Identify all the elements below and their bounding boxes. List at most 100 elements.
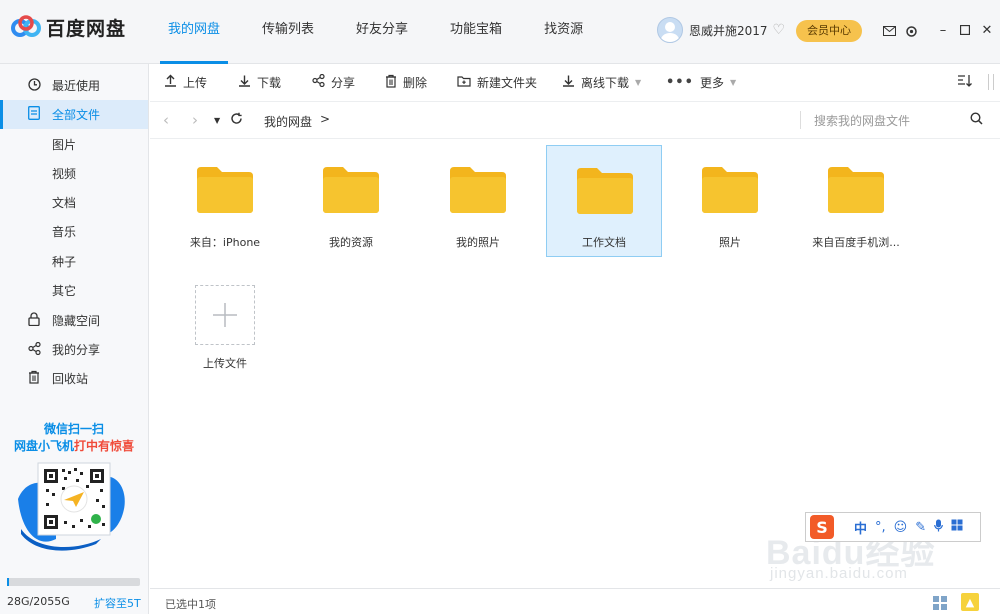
folder-item-selected[interactable]: 工作文档 [546, 145, 662, 257]
history-dropdown-icon[interactable]: ▼ [214, 116, 220, 125]
gear-icon[interactable] [900, 22, 922, 40]
sidebar-item-music[interactable]: 音乐 [0, 217, 148, 246]
main-nav: 我的网盘 传输列表 好友分享 功能宝箱 找资源 [160, 0, 617, 64]
sidebar-item-hidden-space[interactable]: 隐藏空间 [0, 306, 148, 335]
trash-icon [385, 74, 397, 92]
folder-icon [828, 167, 884, 213]
punctuation-icon[interactable]: °, [875, 520, 886, 535]
chevron-down-icon: ▼ [635, 78, 642, 87]
sort-icon[interactable] [957, 74, 972, 92]
more-label: 更多 [699, 76, 724, 90]
plus-icon [213, 303, 237, 327]
upload-arrow-icon[interactable]: ▲ [961, 593, 979, 611]
mail-icon[interactable] [878, 22, 900, 40]
back-arrow-icon[interactable]: ‹ [163, 111, 169, 129]
search-input[interactable] [814, 111, 964, 131]
upload-file-tile[interactable] [195, 285, 255, 345]
ime-toolbar[interactable]: S 中 °, ☺ ✎ [805, 512, 981, 542]
toolbox-grid-icon[interactable] [951, 519, 963, 535]
folder-name: 我的照片 [456, 236, 500, 249]
app-title: 百度网盘 [46, 18, 127, 40]
download-icon [238, 74, 251, 91]
folder-item[interactable]: 来自：iPhone [167, 145, 283, 257]
microphone-icon[interactable] [934, 519, 944, 536]
minimize-icon[interactable]: – [932, 20, 954, 40]
breadcrumb[interactable]: 我的网盘 [264, 113, 312, 130]
upload-label: 上传 [183, 76, 208, 90]
promo-qr-banner[interactable] [16, 459, 128, 551]
close-icon[interactable]: ✕ [976, 20, 998, 40]
breadcrumb-separator: > [320, 112, 331, 126]
sidebar-item-images[interactable]: 图片 [0, 130, 148, 159]
offline-download-button[interactable]: 离线下载 ▼ [562, 64, 641, 102]
folder-icon [450, 167, 506, 213]
sidebar-item-my-shares[interactable]: 我的分享 [0, 335, 148, 364]
pen-icon[interactable]: ✎ [915, 520, 926, 535]
sogou-logo-icon: S [810, 515, 834, 539]
storage-progress-bar [7, 578, 140, 586]
delete-label: 删除 [403, 76, 428, 90]
maximize-icon[interactable] [954, 20, 976, 40]
tab-friend-share[interactable]: 好友分享 [348, 0, 416, 64]
view-toggle-icon[interactable] [988, 74, 994, 90]
folder-icon [577, 168, 633, 214]
sidebar-item-label: 种子 [52, 255, 77, 269]
folder-item[interactable]: 我的照片 [420, 145, 536, 257]
offline-download-icon [562, 74, 575, 91]
selection-status: 已选中1项 [165, 598, 216, 611]
username[interactable]: 恩威并施2017 [689, 22, 768, 39]
sidebar-item-torrents[interactable]: 种子 [0, 247, 148, 276]
ime-mode[interactable]: 中 [854, 518, 867, 537]
tab-toolbox[interactable]: 功能宝箱 [442, 0, 510, 64]
folder-icon [323, 167, 379, 213]
sidebar-item-documents[interactable]: 文档 [0, 188, 148, 217]
refresh-icon[interactable] [230, 111, 243, 129]
search-icon[interactable] [970, 112, 983, 129]
trash-icon [26, 370, 42, 387]
sidebar-item-label: 全部文件 [52, 108, 101, 122]
clock-icon [26, 77, 42, 94]
sidebar-item-recent[interactable]: 最近使用 [0, 71, 148, 100]
share-button[interactable]: 分享 [312, 64, 355, 102]
promo-headline: 微信扫一扫 [43, 422, 104, 436]
tab-my-disk[interactable]: 我的网盘 [160, 0, 229, 64]
delete-button[interactable]: 删除 [385, 64, 427, 102]
app-logo: 百度网盘 [10, 14, 126, 41]
more-dots-icon: ••• [666, 75, 694, 90]
tab-find-resources[interactable]: 找资源 [536, 0, 591, 64]
search-divider [800, 111, 801, 129]
tab-transfer-list[interactable]: 传输列表 [254, 0, 322, 64]
download-button[interactable]: 下载 [238, 64, 281, 102]
emoji-icon[interactable]: ☺ [894, 520, 908, 535]
grid-view-icon[interactable] [932, 595, 948, 611]
folder-item[interactable]: 我的资源 [293, 145, 409, 257]
folder-name: 照片 [719, 236, 741, 249]
forward-arrow-icon[interactable]: › [192, 111, 198, 129]
sidebar-item-recycle-bin[interactable]: 回收站 [0, 364, 148, 393]
address-bar: ‹ › ▼ 我的网盘 > [150, 102, 1000, 139]
folder-name: 来自：iPhone [189, 236, 261, 249]
user-menu[interactable]: 恩威并施2017 ♡ [657, 17, 785, 43]
folder-icon [197, 167, 253, 213]
sidebar-item-label: 音乐 [52, 225, 77, 239]
sidebar-item-others[interactable]: 其它 [0, 276, 148, 305]
avatar[interactable] [657, 17, 683, 43]
file-toolbar: 上传 下载 分享 删除 新建文件夹 离线下载 ▼ ••• 更多 ▼ [150, 64, 1000, 102]
folder-item[interactable]: 照片 [672, 145, 788, 257]
expand-storage-link[interactable]: 扩容至5T [94, 595, 141, 611]
sidebar-item-all-files[interactable]: 全部文件 [0, 100, 148, 129]
sidebar-item-label: 视频 [52, 167, 77, 181]
vip-center-button[interactable]: 会员中心 [796, 20, 862, 42]
sidebar-item-label: 图片 [52, 138, 77, 152]
sidebar-item-label: 文档 [52, 196, 77, 210]
sidebar-item-videos[interactable]: 视频 [0, 159, 148, 188]
upload-button[interactable]: 上传 [164, 64, 207, 102]
share-label: 分享 [331, 76, 356, 90]
upload-icon [164, 74, 177, 91]
top-icon-group [878, 22, 922, 40]
watermark-url: jingyan.baidu.com [770, 565, 908, 582]
new-folder-button[interactable]: 新建文件夹 [457, 64, 537, 102]
folder-item[interactable]: 来自百度手机浏... [798, 145, 914, 257]
more-button[interactable]: ••• 更多 ▼ [666, 64, 736, 102]
folder-icon [702, 167, 758, 213]
